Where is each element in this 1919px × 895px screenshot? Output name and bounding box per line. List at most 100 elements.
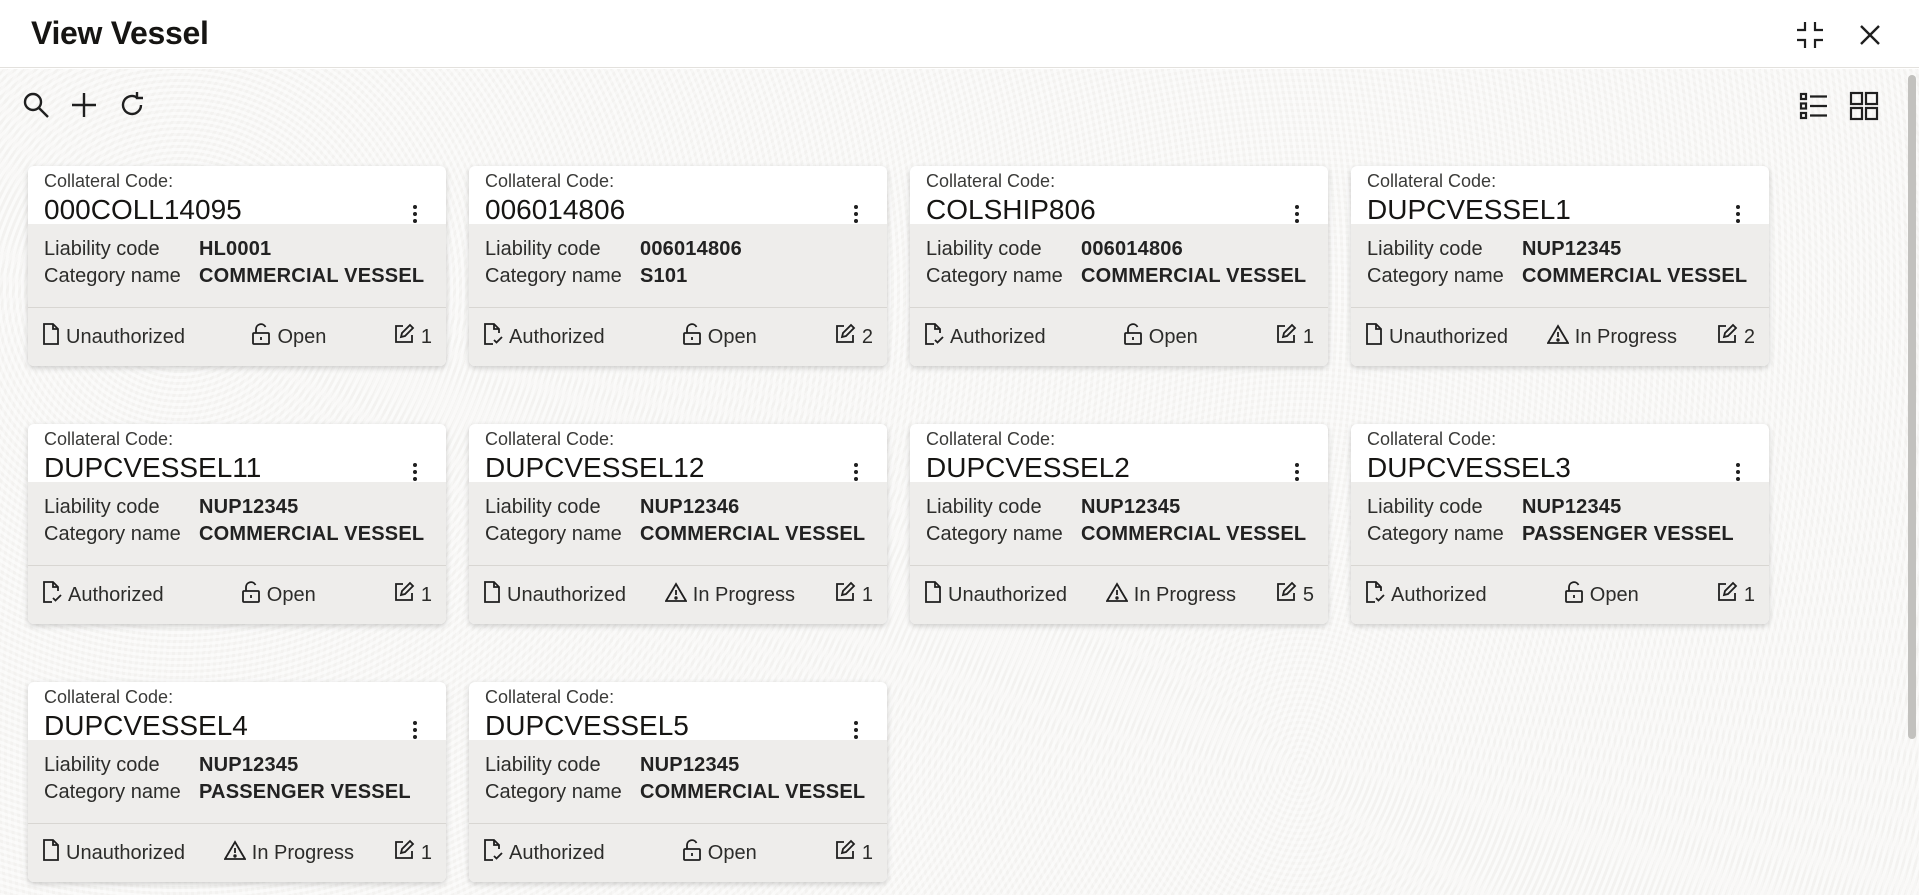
vessel-card-6[interactable]: Collateral Code: DUPCVESSEL2 Liability c… [910,424,1328,624]
category-row: Category name PASSENGER VESSEL [1367,521,1753,548]
modification-count-text: 1 [861,583,873,606]
category-name-value: COMMERCIAL VESSEL [1522,265,1748,287]
more-options-icon[interactable] [847,460,865,484]
record-status: In Progress [1546,324,1677,350]
liability-code-label: Liability code [926,238,1042,260]
minimize-icon[interactable] [1791,16,1829,54]
warning-icon [664,582,688,608]
more-options-icon[interactable] [847,718,865,742]
warning-icon [1546,324,1570,350]
auth-status: Authorized [483,323,605,351]
document-icon [1365,323,1383,351]
close-icon[interactable] [1851,16,1889,54]
category-name-label: Category name [1367,265,1504,287]
more-options-icon[interactable] [406,460,424,484]
vessel-card-8[interactable]: Collateral Code: DUPCVESSEL4 Liability c… [28,682,446,882]
category-name-value: PASSENGER VESSEL [1522,523,1734,545]
vessel-card-3[interactable]: Collateral Code: DUPCVESSEL1 Liability c… [1351,166,1769,366]
card-body: Liability code NUP12345 Category name CO… [469,740,887,824]
content-area: Collateral Code: 000COLL14095 Liability … [0,69,1919,895]
card-body: Liability code 006014806 Category name S… [469,224,887,308]
edit-icon [393,581,415,609]
card-body: Liability code NUP12346 Category name CO… [469,482,887,566]
vessel-card-7[interactable]: Collateral Code: DUPCVESSEL3 Liability c… [1351,424,1769,624]
more-options-icon[interactable] [1288,202,1306,226]
card-body: Liability code NUP12345 Category name CO… [1351,224,1769,308]
plus-icon[interactable] [66,87,102,123]
card-body: Liability code NUP12345 Category name PA… [1351,482,1769,566]
auth-status: Unauthorized [42,323,185,351]
modification-count-text: 1 [420,841,432,864]
modification-count: 1 [393,839,432,867]
liability-code-value: NUP12346 [640,496,740,518]
record-status: In Progress [1105,582,1236,608]
category-row: Category name COMMERCIAL VESSEL [926,521,1312,548]
list-view-icon[interactable] [1795,87,1833,125]
collateral-code-label: Collateral Code: [44,687,174,707]
modification-count-text: 2 [861,325,873,348]
vertical-scrollbar[interactable] [1908,75,1916,739]
liability-code-label: Liability code [44,238,160,260]
card-body: Liability code NUP12345 Category name CO… [28,482,446,566]
record-status: In Progress [664,582,796,608]
liability-code-value: NUP12345 [199,496,299,518]
vessel-card-9[interactable]: Collateral Code: DUPCVESSEL5 Liability c… [469,682,887,882]
view-vessel-window: View Vessel Collateral Code: 000COLL1409… [0,0,1919,895]
document-icon [924,581,942,609]
category-row: Category name COMMERCIAL VESSEL [485,779,871,806]
modification-count-text: 5 [1302,583,1314,606]
auth-status-text: Authorized [950,325,1046,348]
liability-code-label: Liability code [1367,496,1483,518]
modification-count: 1 [1716,581,1755,609]
liability-row: Liability code 006014806 [926,236,1312,263]
liability-row: Liability code NUP12346 [485,494,871,521]
liability-row: Liability code NUP12345 [926,494,1312,521]
auth-status: Unauthorized [483,581,626,609]
card-body: Liability code HL0001 Category name COMM… [28,224,446,308]
liability-code-value: NUP12345 [1081,496,1181,518]
modification-count: 5 [1275,581,1314,609]
grid-view-icon[interactable] [1845,87,1883,125]
card-body: Liability code NUP12345 Category name PA… [28,740,446,824]
card-footer: Unauthorized In Progress 1 [469,566,887,624]
authorized-document-icon [42,581,62,609]
edit-icon [393,839,415,867]
liability-code-value: NUP12345 [1522,496,1622,518]
card-header: Collateral Code: 000COLL14095 [28,166,446,226]
modification-count-text: 1 [861,841,873,864]
category-name-value: COMMERCIAL VESSEL [1081,523,1307,545]
more-options-icon[interactable] [1288,460,1306,484]
record-status-text: In Progress [692,583,796,606]
liability-code-value: NUP12345 [199,754,299,776]
vessel-card-4[interactable]: Collateral Code: DUPCVESSEL11 Liability … [28,424,446,624]
liability-row: Liability code NUP12345 [1367,236,1753,263]
document-icon [483,581,501,609]
more-options-icon[interactable] [406,202,424,226]
edit-icon [393,323,415,351]
refresh-icon[interactable] [114,87,150,123]
record-status-text: Open [1589,583,1639,606]
category-name-label: Category name [1367,523,1504,545]
record-status: Open [241,581,316,609]
liability-row: Liability code NUP12345 [44,494,430,521]
auth-status: Authorized [42,581,164,609]
vessel-card-1[interactable]: Collateral Code: 006014806 Liability cod… [469,166,887,366]
auth-status-text: Authorized [68,583,164,606]
vessel-card-2[interactable]: Collateral Code: COLSHIP806 Liability co… [910,166,1328,366]
more-options-icon[interactable] [1729,460,1747,484]
record-status-text: Open [707,841,757,864]
collateral-code-value: 000COLL14095 [44,194,242,225]
more-options-icon[interactable] [1729,202,1747,226]
vessel-card-0[interactable]: Collateral Code: 000COLL14095 Liability … [28,166,446,366]
search-icon[interactable] [18,87,54,123]
card-header: Collateral Code: DUPCVESSEL5 [469,682,887,742]
collateral-code-value: DUPCVESSEL3 [1367,452,1571,483]
modification-count: 1 [393,323,432,351]
modification-count: 1 [834,581,873,609]
vessel-card-5[interactable]: Collateral Code: DUPCVESSEL12 Liability … [469,424,887,624]
collateral-code-value: DUPCVESSEL12 [485,452,705,483]
more-options-icon[interactable] [406,718,424,742]
auth-status-text: Authorized [1391,583,1487,606]
category-row: Category name COMMERCIAL VESSEL [1367,263,1753,290]
more-options-icon[interactable] [847,202,865,226]
